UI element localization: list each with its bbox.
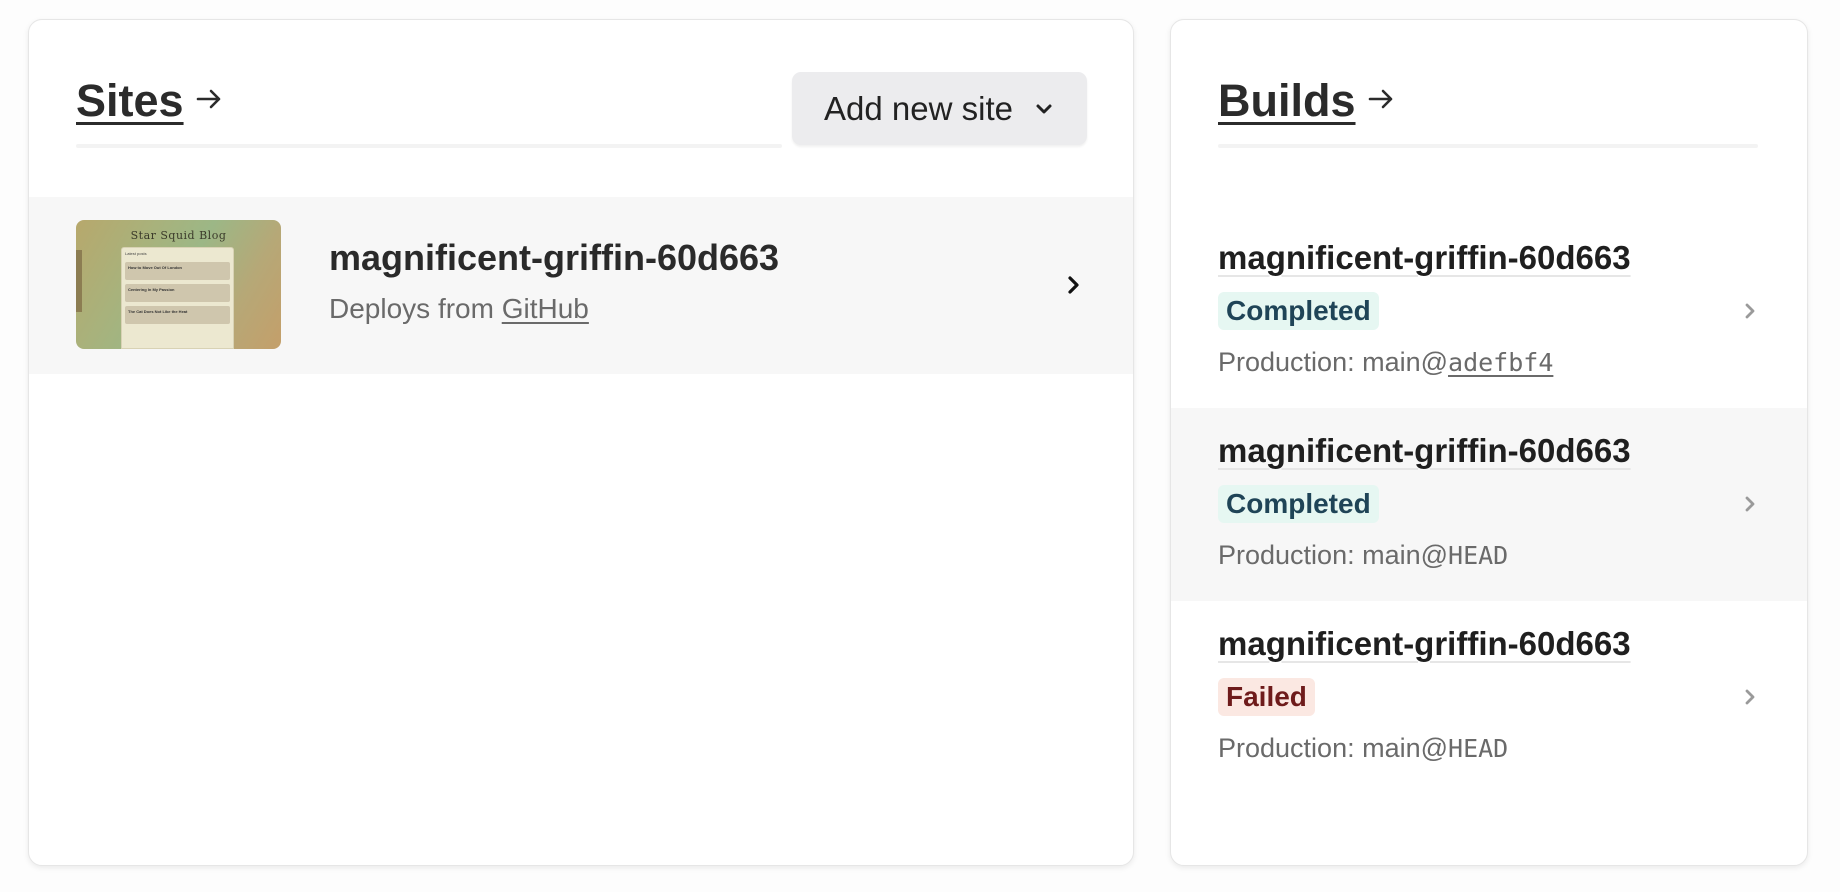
thumbnail-decoration <box>76 250 82 312</box>
header-divider <box>1218 144 1758 148</box>
build-ref: HEAD <box>1448 541 1509 570</box>
thumbnail-post: Centering In My Passion <box>125 284 230 302</box>
chevron-right-icon[interactable] <box>1741 299 1759 323</box>
builds-title-link[interactable]: Builds <box>1218 75 1356 127</box>
build-branch: Production: main@ <box>1218 733 1449 763</box>
build-site-name[interactable]: magnificent-griffin-60d663 <box>1218 432 1631 470</box>
thumbnail-latest-label: Latest posts <box>125 251 147 256</box>
build-branch: Production: main@ <box>1218 540 1449 570</box>
arrow-right-icon[interactable] <box>194 84 224 114</box>
build-ref: HEAD <box>1448 734 1509 763</box>
header-divider <box>76 144 782 148</box>
sites-header: Sites <box>76 75 224 127</box>
builds-header: Builds <box>1218 75 1396 127</box>
chevron-down-icon <box>1033 98 1055 120</box>
commit-link[interactable]: adefbf4 <box>1448 348 1553 377</box>
build-list-item[interactable]: magnificent-griffin-60d663 Completed Pro… <box>1171 215 1807 408</box>
build-list-item[interactable]: magnificent-griffin-60d663 Completed Pro… <box>1171 408 1807 601</box>
build-list-item[interactable]: magnificent-griffin-60d663 Failed Produc… <box>1171 601 1807 794</box>
add-new-site-button[interactable]: Add new site <box>792 72 1087 145</box>
build-meta: Production: main@adefbf4 <box>1218 347 1553 378</box>
site-list-item[interactable]: Star Squid Blog Latest posts How to Move… <box>29 197 1133 374</box>
deploy-prefix: Deploys from <box>329 293 502 324</box>
build-branch: Production: main@ <box>1218 347 1449 377</box>
sites-title-link[interactable]: Sites <box>76 75 184 127</box>
site-name[interactable]: magnificent-griffin-60d663 <box>329 237 779 279</box>
arrow-right-icon[interactable] <box>1366 84 1396 114</box>
build-site-name[interactable]: magnificent-griffin-60d663 <box>1218 239 1631 277</box>
status-badge: Completed <box>1218 485 1379 523</box>
build-meta: Production: main@HEAD <box>1218 733 1508 764</box>
chevron-right-icon[interactable] <box>1741 492 1759 516</box>
builds-panel: Builds magnificent-griffin-60d663 Comple… <box>1170 19 1808 866</box>
thumbnail-page: Latest posts How to Move Out Of London C… <box>121 247 234 349</box>
thumbnail-title: Star Squid Blog <box>130 229 227 242</box>
status-badge: Failed <box>1218 678 1315 716</box>
thumbnail-post: How to Move Out Of London <box>125 262 230 280</box>
status-badge: Completed <box>1218 292 1379 330</box>
build-site-name[interactable]: magnificent-griffin-60d663 <box>1218 625 1631 663</box>
sites-panel: Sites Add new site Star Squid Blog Lates… <box>28 19 1134 866</box>
chevron-right-icon[interactable] <box>1741 685 1759 709</box>
github-link[interactable]: GitHub <box>502 293 589 324</box>
thumbnail-post: The Cat Does Not Like the Heat <box>125 306 230 324</box>
site-thumbnail: Star Squid Blog Latest posts How to Move… <box>76 220 281 349</box>
add-new-site-label: Add new site <box>824 89 1013 127</box>
site-deploy-source: Deploys from GitHub <box>329 293 589 325</box>
build-meta: Production: main@HEAD <box>1218 540 1508 571</box>
chevron-right-icon[interactable] <box>1065 273 1083 297</box>
